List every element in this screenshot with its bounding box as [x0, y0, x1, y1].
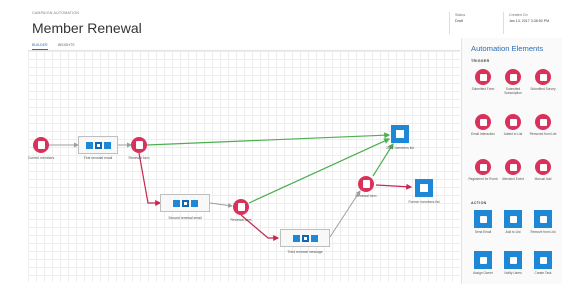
trigger-submitted-survey[interactable]: Submitted Survey: [528, 69, 558, 91]
email-icon: [301, 234, 309, 242]
connector-lines: [49, 132, 413, 241]
assign-owner-icon: [474, 251, 492, 269]
list-remove-icon: [535, 114, 551, 130]
action-create-task[interactable]: Create Task: [528, 251, 558, 275]
email-interaction-icon: [475, 114, 491, 130]
panel-title: Automation Elements: [471, 44, 544, 53]
add-list-icon: [504, 210, 522, 228]
third-email-label: Third renewal message: [287, 250, 323, 254]
action-section-label: ACTION: [471, 201, 487, 205]
renewal-form-2-label: Renewal form: [230, 218, 252, 222]
renewal-form-2-node[interactable]: [233, 199, 249, 215]
connector-form3-no: [375, 183, 413, 190]
first-email-label: First renewal email: [83, 156, 113, 160]
email-icon: [85, 141, 93, 149]
form-icon: [135, 141, 143, 149]
breadcrumb[interactable]: CAMPAIGN AUTOMATION: [32, 11, 79, 15]
remove-list-icon: [534, 210, 552, 228]
workflow-canvas[interactable]: Current members First renewal email Rene…: [28, 50, 460, 282]
trigger-manual-add[interactable]: Manual Add: [528, 159, 558, 181]
email-icon: [103, 141, 111, 149]
created-value: Jan 14, 2017 3:38:50 PM: [509, 19, 550, 23]
subscription-icon: [505, 69, 521, 85]
current-members-node[interactable]: [33, 137, 49, 153]
email-icon: [190, 199, 198, 207]
list-add-icon: [420, 184, 428, 192]
status-info: Status Draft: [449, 12, 499, 34]
action-add-to-list[interactable]: Add to List: [498, 210, 528, 234]
trigger-attended-event[interactable]: Attended Event: [498, 159, 528, 181]
action-assign-owner[interactable]: Assign Owner: [468, 251, 498, 275]
event-icon: [475, 159, 491, 175]
form-icon: [475, 69, 491, 85]
manual-add-icon: [535, 159, 551, 175]
survey-icon: [535, 69, 551, 85]
renewal-form-1-label: Renewal form: [128, 156, 150, 160]
first-email-node[interactable]: [78, 136, 118, 154]
second-email-label: Second renewal email: [168, 216, 202, 220]
trigger-email-interaction[interactable]: Email Interaction: [468, 114, 498, 136]
send-email-icon: [474, 210, 492, 228]
renewed-list-label: 2017 members list: [386, 146, 414, 150]
created-info: Created On Jan 14, 2017 3:38:50 PM: [503, 12, 561, 34]
email-icon: [181, 199, 189, 207]
automation-elements-panel: Automation Elements TRIGGER Submitted Fo…: [461, 38, 562, 284]
former-list-label: Former members list: [408, 200, 440, 204]
status-value: Draft: [455, 19, 463, 23]
form-icon: [237, 203, 245, 211]
trigger-section-label: TRIGGER: [471, 59, 490, 63]
action-remove-from-list[interactable]: Remove from List: [528, 210, 558, 234]
connector-email2: [209, 202, 233, 208]
email-icon: [94, 141, 102, 149]
tab-insights[interactable]: INSIGHTS: [58, 43, 75, 50]
trigger-registered-event[interactable]: Registered for Event: [468, 159, 498, 181]
email-icon: [292, 234, 300, 242]
renewal-form-3-label: Renewal form: [355, 194, 377, 198]
list-icon: [37, 141, 45, 149]
tab-builder[interactable]: BUILDER: [32, 43, 48, 50]
renewal-form-1-node[interactable]: [131, 137, 147, 153]
renewed-list-node[interactable]: [391, 125, 409, 143]
third-email-node[interactable]: [280, 229, 330, 247]
connector-form1-yes: [146, 132, 391, 146]
trigger-submitted-form[interactable]: Submitted Form: [468, 69, 498, 91]
form-icon: [362, 180, 370, 188]
notify-icon: [504, 251, 522, 269]
list-add-icon: [396, 130, 404, 138]
attended-icon: [505, 159, 521, 175]
connector-form1-no: [138, 152, 162, 206]
tab-bar: BUILDER INSIGHTS: [32, 43, 75, 50]
action-send-email[interactable]: Send Email: [468, 210, 498, 234]
email-icon: [310, 234, 318, 242]
trigger-added-to-list[interactable]: Added to List: [498, 114, 528, 136]
email-icon: [172, 199, 180, 207]
trigger-submitted-subscription[interactable]: Submitted Subscription: [498, 69, 528, 95]
task-icon: [534, 251, 552, 269]
current-members-label: Current members: [27, 156, 55, 160]
list-add-icon: [505, 114, 521, 130]
action-notify-users[interactable]: Notify Users: [498, 251, 528, 275]
second-email-node[interactable]: [160, 194, 210, 212]
trigger-removed-from-list[interactable]: Removed from List: [528, 114, 558, 136]
page-title: Member Renewal: [32, 20, 142, 36]
renewal-form-3-node[interactable]: [358, 176, 374, 192]
automation-builder-page: CAMPAIGN AUTOMATION Member Renewal BUILD…: [0, 0, 562, 284]
former-list-node[interactable]: [415, 179, 433, 197]
